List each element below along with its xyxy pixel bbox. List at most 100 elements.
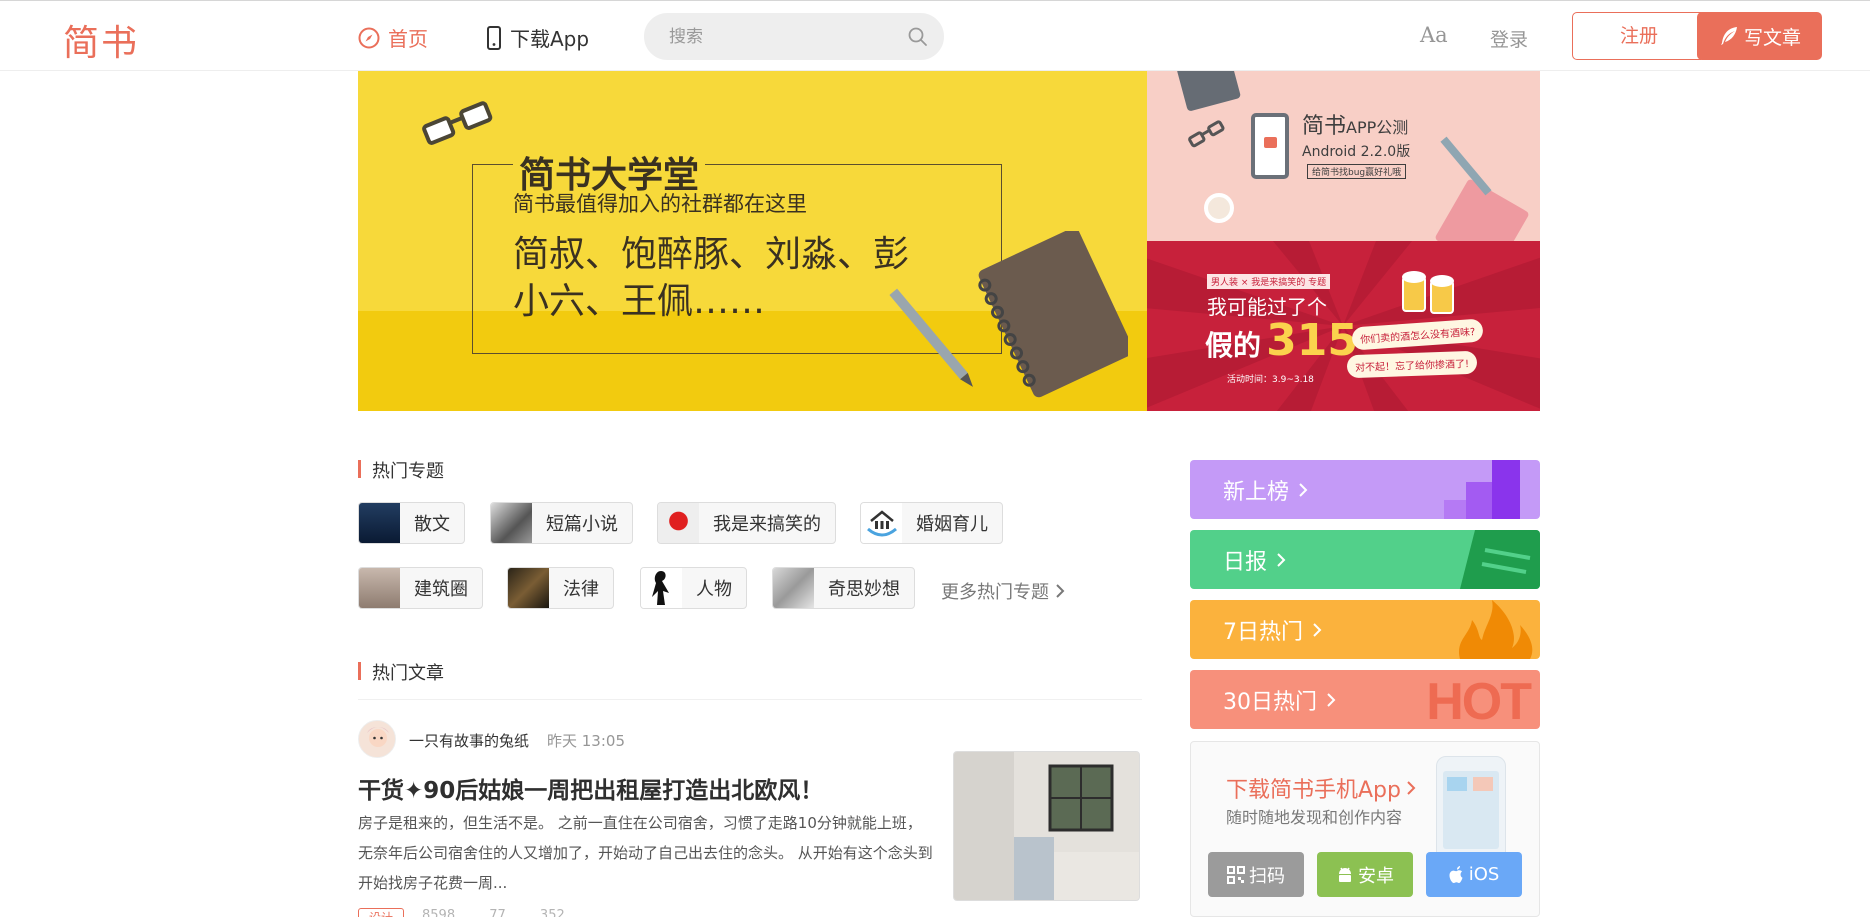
app-banner-note: 给简书找bug赢好礼哦: [1307, 164, 1407, 179]
board-weekly-hot[interactable]: 7日热门: [1190, 600, 1540, 659]
topic-item[interactable]: 建筑圈: [358, 567, 483, 609]
search-box: [644, 13, 944, 60]
silhouette-thumb: [641, 568, 682, 608]
avatar[interactable]: [358, 720, 396, 758]
more-topics-label: 更多热门专题: [941, 582, 1049, 603]
city-sunset-thumb: [359, 568, 400, 608]
scan-qr-button[interactable]: 扫码: [1208, 852, 1304, 897]
topic-item[interactable]: 奇思妙想: [772, 567, 915, 609]
beer-mugs-icon: [1402, 271, 1454, 314]
article-thumbnail[interactable]: [953, 751, 1140, 901]
glasses-decor-icon: [1188, 120, 1225, 148]
more-topics-link[interactable]: 更多热门专题: [941, 578, 1065, 604]
board-new-list[interactable]: 新上榜: [1190, 460, 1540, 519]
topic-item[interactable]: 法律: [507, 567, 614, 609]
event-period: 活动时间：3.9~3.18: [1227, 375, 1314, 385]
login-link[interactable]: 登录: [1490, 25, 1528, 52]
notebook-decor-icon: [1177, 71, 1241, 111]
night-scene-thumb: [359, 503, 400, 543]
topic-label: 婚姻育儿: [916, 514, 988, 535]
ios-label: iOS: [1468, 864, 1500, 885]
nav-home-label: 首页: [388, 27, 428, 51]
glasses-illustration: [422, 101, 493, 145]
site-header: 简书 首页 下载App Aa 登录 注册 写文章: [0, 1, 1870, 71]
write-article-button[interactable]: 写文章: [1697, 12, 1822, 60]
download-app-box[interactable]: 下载简书手机App 随时随地发现和创作内容 扫码 安卓 iOS: [1190, 741, 1540, 917]
apple-icon: [1449, 865, 1463, 883]
article-stats: 8598 77 352: [422, 908, 565, 917]
bw-photo-thumb: [491, 503, 532, 543]
banner-side-event[interactable]: 男人装 × 我是来搞笑的 专题 我可能过了个 假的 315 活动时间：3.9~3…: [1147, 241, 1540, 411]
nav-download-app[interactable]: 下载App: [486, 23, 589, 52]
scan-label: 扫码: [1249, 865, 1285, 887]
topic-label: 建筑圈: [414, 579, 468, 600]
site-logo[interactable]: 简书: [63, 14, 139, 66]
search-input[interactable]: [669, 25, 889, 49]
app-banner-title: 简书APP公测: [1302, 114, 1409, 139]
download-title-label: 下载简书手机App: [1226, 778, 1401, 803]
topic-label: 短篇小说: [546, 514, 618, 535]
section-divider: [358, 699, 1142, 700]
topic-label: 我是来搞笑的: [713, 514, 821, 535]
chevron-right-icon: [1056, 584, 1065, 598]
event-tag: 男人装 × 我是来搞笑的 专题: [1207, 274, 1331, 289]
banner-main[interactable]: 简书大学堂 简书最值得加入的社群都在这里 简叔、饱醉豚、刘淼、彭小六、王佩……: [358, 71, 1147, 411]
phone-icon: [487, 25, 501, 50]
event-line2: 假的 315: [1205, 315, 1358, 366]
topic-item[interactable]: 散文: [358, 502, 465, 544]
search-icon[interactable]: [907, 26, 929, 48]
like-count: 352: [539, 908, 565, 917]
chevron-right-icon: [1407, 781, 1416, 795]
article-title[interactable]: 干货✦90后姑娘一周把出租屋打造出北欧风！: [358, 771, 823, 805]
newspaper-icon: [1460, 530, 1540, 589]
feather-pen-icon: [1720, 27, 1737, 45]
chevron-right-icon: [1277, 552, 1286, 567]
article-time: 昨天 13:05: [547, 732, 625, 750]
red-figure-thumb: [658, 503, 699, 543]
download-subtitle: 随时随地发现和创作内容: [1226, 808, 1403, 827]
banner-side-app[interactable]: 简书APP公测 Android 2.2.0版 给简书找bug赢好礼哦: [1147, 71, 1540, 241]
android-button[interactable]: 安卓: [1317, 852, 1413, 897]
write-label: 写文章: [1743, 26, 1801, 49]
topic-label: 奇思妙想: [828, 579, 900, 600]
comment-count: 77: [489, 908, 506, 917]
phone-mockup-icon: [1436, 756, 1506, 866]
bar-chart-icon: [1444, 460, 1520, 519]
article-abstract: 房子是租来的，但生活不是。 之前一直住在公司宿舍，习惯了走路10分钟就能上班，无…: [358, 814, 933, 892]
board-daily[interactable]: 日报: [1190, 530, 1540, 589]
phone-mockup: [1251, 113, 1289, 179]
hot-topics-title: 热门专题: [358, 457, 444, 483]
android-label: 安卓: [1358, 865, 1394, 887]
family-hands-thumb: [861, 503, 902, 543]
font-toggle[interactable]: Aa: [1420, 23, 1448, 47]
event-bubble2: 对不起！忘了给你掺酒了!: [1346, 350, 1478, 379]
download-title[interactable]: 下载简书手机App: [1226, 772, 1416, 804]
chevron-right-icon: [1299, 482, 1308, 497]
board-label: 新上榜: [1223, 479, 1290, 505]
notebook-illustration: [889, 231, 1128, 398]
sketch-thumb: [773, 568, 814, 608]
hot-articles-title: 热门文章: [358, 659, 444, 685]
author-name[interactable]: 一只有故事的兔纸: [409, 730, 529, 751]
banner-subtitle: 简书最值得加入的社群都在这里: [513, 192, 807, 216]
android-icon: [1339, 867, 1351, 882]
view-count: 8598: [422, 908, 456, 917]
dark-desk-thumb: [508, 568, 549, 608]
nav-home[interactable]: 首页: [358, 23, 428, 52]
ios-button[interactable]: iOS: [1426, 852, 1522, 897]
topic-item[interactable]: 婚姻育儿: [860, 502, 1003, 544]
topic-item[interactable]: 短篇小说: [490, 502, 633, 544]
board-label: 30日热门: [1223, 689, 1317, 715]
topic-label: 法律: [563, 579, 599, 600]
article-tag[interactable]: 设计: [358, 908, 404, 917]
hot-text-icon: HOT: [1426, 673, 1532, 729]
banner-names: 简叔、饱醉豚、刘淼、彭小六、王佩……: [513, 234, 910, 322]
topic-label: 人物: [696, 579, 732, 600]
board-label: 7日热门: [1223, 619, 1303, 645]
qr-code-icon: [1227, 865, 1245, 884]
topic-item[interactable]: 我是来搞笑的: [657, 502, 836, 544]
topic-item[interactable]: 人物: [640, 567, 747, 609]
app-banner-version: Android 2.2.0版: [1302, 144, 1411, 160]
board-monthly-hot[interactable]: 30日热门 HOT: [1190, 670, 1540, 729]
register-button[interactable]: 注册: [1572, 12, 1706, 60]
